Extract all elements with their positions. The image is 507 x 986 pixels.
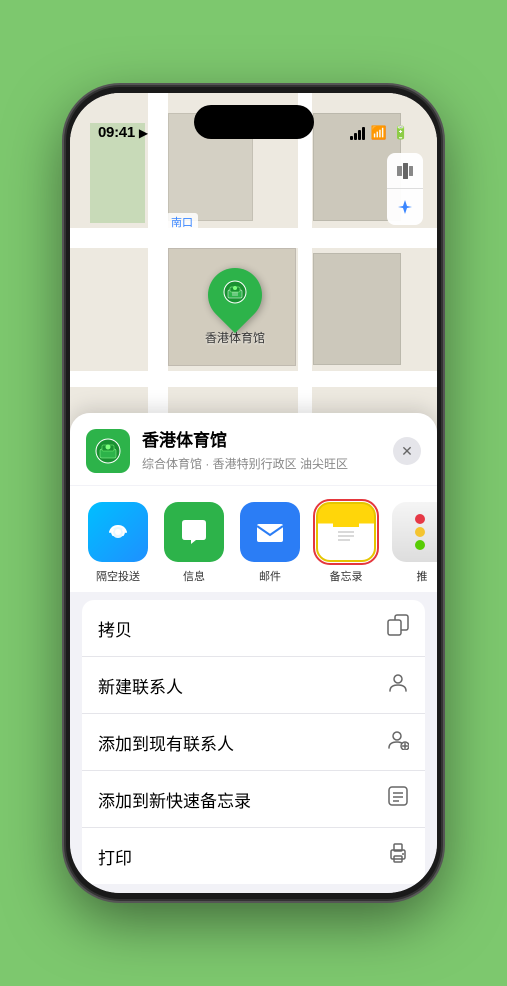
action-quick-note[interactable]: 添加到新快速备忘录 [82, 771, 425, 828]
share-row: 隔空投送 信息 [70, 486, 437, 592]
venue-info: 香港体育馆 综合体育馆 · 香港特别行政区 油尖旺区 [142, 430, 393, 471]
messages-label: 信息 [183, 568, 205, 584]
action-copy[interactable]: 拷贝 [82, 600, 425, 657]
phone-screen: 09:41 ▶ 📶 🔋 [70, 93, 437, 893]
venue-subtitle: 综合体育馆 · 香港特别行政区 油尖旺区 [142, 455, 393, 472]
copy-icon [387, 614, 409, 642]
signal-bars-icon [350, 127, 365, 140]
bottom-sheet: 香港体育馆 综合体育馆 · 香港特别行政区 油尖旺区 ✕ [70, 413, 437, 893]
share-item-messages[interactable]: 信息 [162, 502, 226, 584]
mail-label: 邮件 [259, 568, 281, 584]
print-icon [387, 842, 409, 870]
notes-icon [316, 502, 376, 562]
close-button[interactable]: ✕ [393, 437, 421, 465]
new-contact-icon [387, 671, 409, 699]
action-new-contact-label: 新建联系人 [98, 673, 183, 698]
messages-icon [164, 502, 224, 562]
share-item-mail[interactable]: 邮件 [238, 502, 302, 584]
location-pin: 香港体育馆 [205, 268, 265, 346]
status-icons: 📶 🔋 [350, 125, 409, 141]
more-label: 推 [417, 568, 428, 584]
battery-icon: 🔋 [393, 125, 409, 141]
add-contact-icon [387, 728, 409, 756]
quick-note-icon [387, 785, 409, 813]
dynamic-island [194, 105, 314, 139]
location-arrow-icon: ▶ [139, 126, 148, 140]
venue-icon [86, 429, 130, 473]
action-print[interactable]: 打印 [82, 828, 425, 884]
map-label: 南口 [166, 213, 198, 231]
location-button[interactable] [387, 189, 423, 225]
action-print-label: 打印 [98, 844, 132, 869]
action-list: 拷贝 新建联系人 [82, 600, 425, 884]
share-item-notes[interactable]: 备忘录 [314, 502, 378, 584]
action-add-contact-label: 添加到现有联系人 [98, 730, 234, 755]
action-new-contact[interactable]: 新建联系人 [82, 657, 425, 714]
map-controls [387, 153, 423, 225]
pin-inner-icon [222, 279, 248, 311]
action-copy-label: 拷贝 [98, 616, 132, 641]
airdrop-label: 隔空投送 [96, 568, 140, 584]
airdrop-icon [88, 502, 148, 562]
status-time: 09:41 [98, 124, 135, 141]
wifi-icon: 📶 [371, 125, 387, 141]
notes-label: 备忘录 [330, 568, 363, 584]
share-item-more[interactable]: 推 [390, 502, 437, 584]
action-add-contact[interactable]: 添加到现有联系人 [82, 714, 425, 771]
mail-icon [240, 502, 300, 562]
action-quick-note-label: 添加到新快速备忘录 [98, 787, 251, 812]
venue-name: 香港体育馆 [142, 430, 393, 452]
map-type-button[interactable] [387, 153, 423, 189]
share-item-airdrop[interactable]: 隔空投送 [86, 502, 150, 584]
phone-frame: 09:41 ▶ 📶 🔋 [66, 87, 441, 899]
venue-header: 香港体育馆 综合体育馆 · 香港特别行政区 油尖旺区 ✕ [70, 413, 437, 485]
more-icon [392, 502, 437, 562]
pin-circle [197, 257, 273, 333]
